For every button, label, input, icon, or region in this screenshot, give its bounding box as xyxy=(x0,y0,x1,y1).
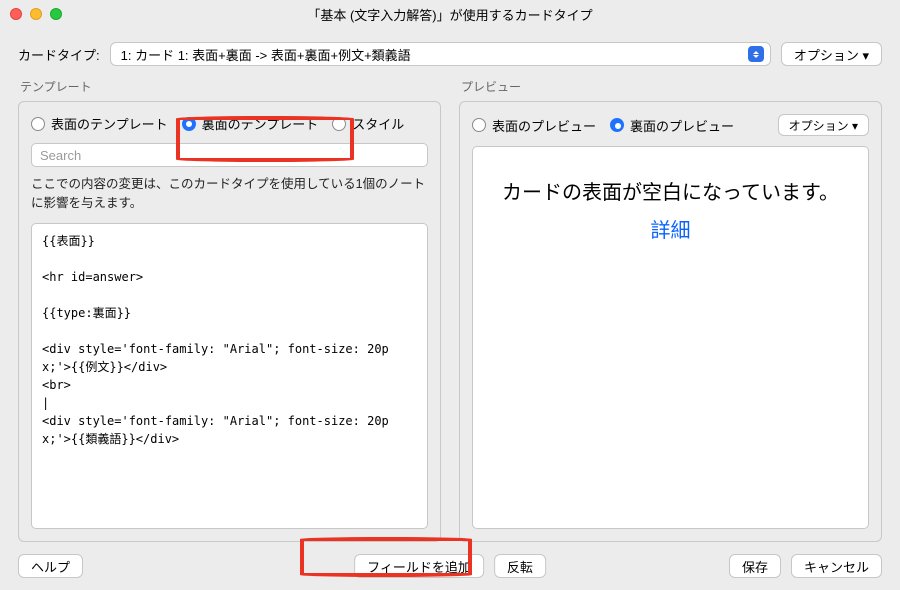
card-type-select[interactable]: 1: カード 1: 表面+裏面 -> 表面+裏面+例文+類義語 xyxy=(110,42,771,66)
radio-icon xyxy=(610,118,624,132)
preview-group-label: プレビュー xyxy=(461,78,882,95)
radio-back-preview-label: 裏面のプレビュー xyxy=(630,116,734,135)
preview-column: プレビュー 表面のプレビュー 裏面のプレビュー オプション ▾ xyxy=(459,78,882,542)
radio-style-label: スタイル xyxy=(352,114,404,133)
search-placeholder: Search xyxy=(40,148,81,163)
radio-front-preview-label: 表面のプレビュー xyxy=(492,116,596,135)
options-button[interactable]: オプション ▾ xyxy=(781,42,882,66)
preview-group: 表面のプレビュー 裏面のプレビュー オプション ▾ カードの表面が空白になってい… xyxy=(459,101,882,542)
footer-center: フィールドを追加 反転 xyxy=(354,554,546,578)
footer-right: 保存 キャンセル xyxy=(729,554,882,578)
add-field-button[interactable]: フィールドを追加 xyxy=(354,554,484,578)
template-hint: ここでの内容の変更は、このカードタイプを使用している1個のノートに影響を与えます… xyxy=(31,175,428,213)
content: カードタイプ: 1: カード 1: 表面+裏面 -> 表面+裏面+例文+類義語 … xyxy=(0,28,900,542)
template-group-label: テンプレート xyxy=(20,78,441,95)
flip-button[interactable]: 反転 xyxy=(494,554,546,578)
search-input[interactable]: Search xyxy=(31,143,428,167)
card-type-label: カードタイプ: xyxy=(18,45,100,64)
radio-back-template[interactable]: 裏面のテンプレート xyxy=(182,114,319,133)
help-button[interactable]: ヘルプ xyxy=(18,554,83,578)
radio-icon xyxy=(31,117,45,131)
radio-back-template-label: 裏面のテンプレート xyxy=(202,114,319,133)
preview-radio-row: 表面のプレビュー 裏面のプレビュー オプション ▾ xyxy=(472,114,869,136)
radio-icon xyxy=(472,118,486,132)
editor-code: {{表面}} <hr id=answer> {{type:裏面}} <div s… xyxy=(42,234,389,446)
card-type-selected: 1: カード 1: 表面+裏面 -> 表面+裏面+例文+類義語 xyxy=(121,45,748,64)
radio-icon xyxy=(182,117,196,131)
preview-details-link[interactable]: 詳細 xyxy=(651,215,691,247)
radio-back-preview[interactable]: 裏面のプレビュー xyxy=(610,116,734,135)
close-icon[interactable] xyxy=(10,8,22,20)
save-button[interactable]: 保存 xyxy=(729,554,781,578)
chevron-updown-icon xyxy=(748,46,764,62)
columns: テンプレート 表面のテンプレート 裏面のテンプレート xyxy=(18,78,882,542)
radio-front-template-label: 表面のテンプレート xyxy=(51,114,168,133)
preview-pane: カードの表面が空白になっています。 詳細 xyxy=(472,146,869,529)
window: 「基本 (文字入力解答)」が使用するカードタイプ カードタイプ: 1: カード … xyxy=(0,0,900,590)
template-radio-row: 表面のテンプレート 裏面のテンプレート スタイル xyxy=(31,114,428,133)
titlebar: 「基本 (文字入力解答)」が使用するカードタイプ xyxy=(0,0,900,28)
template-column: テンプレート 表面のテンプレート 裏面のテンプレート xyxy=(18,78,441,542)
cancel-button[interactable]: キャンセル xyxy=(791,554,882,578)
preview-message: カードの表面が空白になっています。 xyxy=(502,177,839,209)
window-title: 「基本 (文字入力解答)」が使用するカードタイプ xyxy=(0,5,900,24)
footer: ヘルプ フィールドを追加 反転 保存 キャンセル xyxy=(0,542,900,590)
zoom-icon[interactable] xyxy=(50,8,62,20)
radio-front-preview[interactable]: 表面のプレビュー xyxy=(472,116,596,135)
minimize-icon[interactable] xyxy=(30,8,42,20)
template-group: 表面のテンプレート 裏面のテンプレート スタイル Search xyxy=(18,101,441,542)
radio-icon xyxy=(332,117,346,131)
traffic-lights xyxy=(10,8,62,20)
template-editor[interactable]: {{表面}} <hr id=answer> {{type:裏面}} <div s… xyxy=(31,223,428,530)
radio-style[interactable]: スタイル xyxy=(332,114,404,133)
preview-options-button[interactable]: オプション ▾ xyxy=(778,114,869,136)
card-type-row: カードタイプ: 1: カード 1: 表面+裏面 -> 表面+裏面+例文+類義語 … xyxy=(18,42,882,66)
radio-front-template[interactable]: 表面のテンプレート xyxy=(31,114,168,133)
